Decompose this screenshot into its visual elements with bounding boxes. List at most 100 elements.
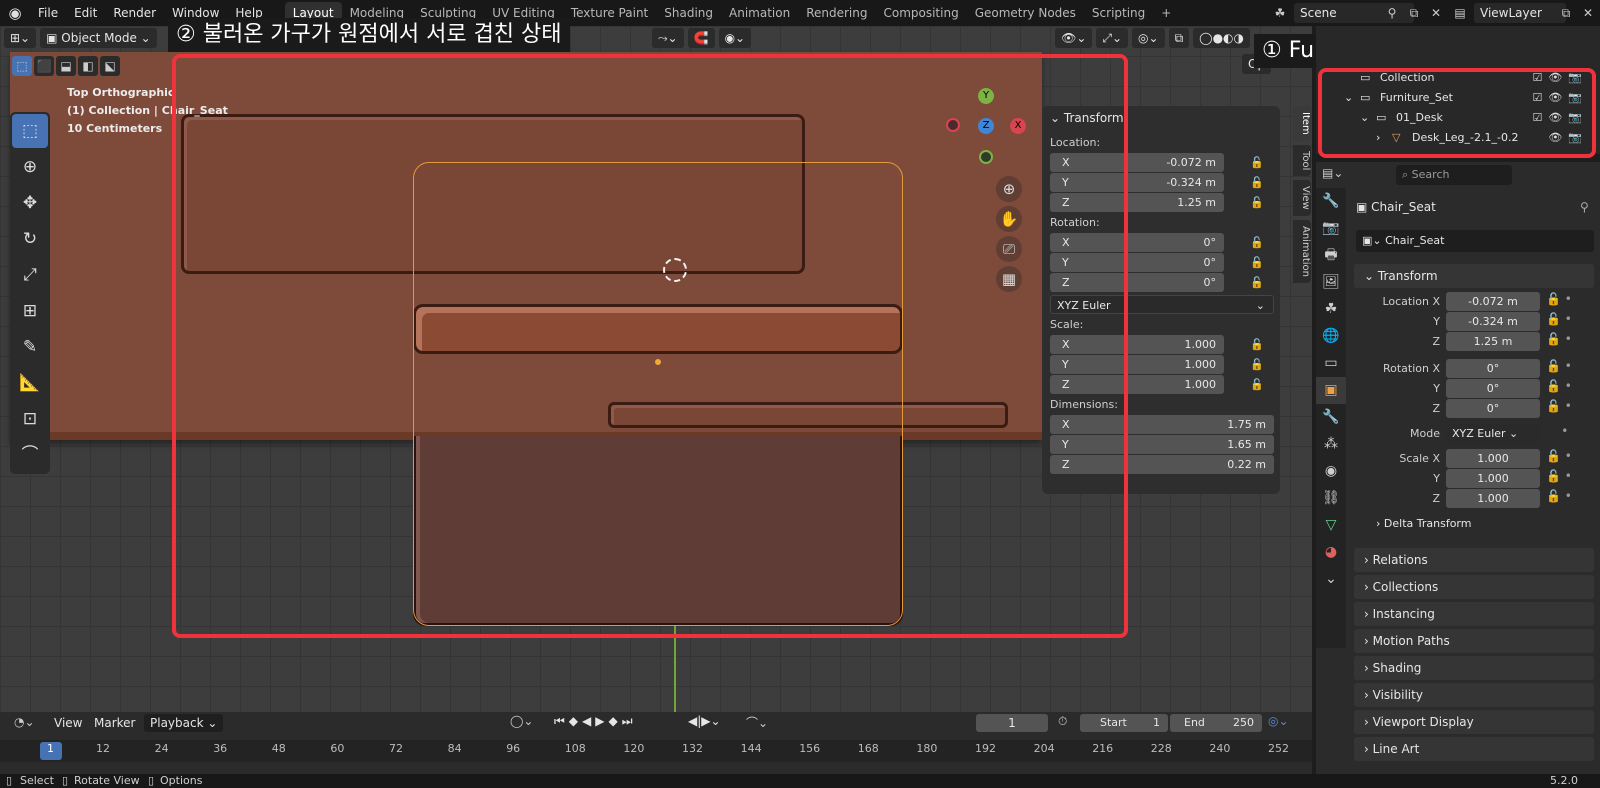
visibility-section[interactable]: › Visibility (1354, 683, 1594, 707)
lock-icon[interactable]: 🔓 • (1546, 312, 1572, 331)
select-extend-icon[interactable]: ⬛ (34, 56, 54, 76)
tab-view[interactable]: View (1293, 180, 1311, 216)
tab-rendering[interactable]: Rendering (798, 2, 875, 24)
relations-section[interactable]: › Relations (1354, 548, 1594, 572)
add-cube-tool-icon[interactable]: ⊡ (12, 402, 48, 436)
new-scene-icon[interactable]: ⧉ (1404, 3, 1424, 23)
snap-icon[interactable]: 🧲 (687, 28, 715, 48)
lock-icon[interactable]: 🔓 • (1546, 489, 1572, 508)
object-name-field[interactable]: ▣⌄ Chair_Seat (1356, 230, 1594, 252)
scale-tool-icon[interactable]: ⤢ (12, 258, 48, 292)
lock-icon[interactable]: 🔓 • (1546, 292, 1572, 311)
lock-icon[interactable]: 🔓 (1250, 173, 1264, 192)
playback-controls-icon[interactable]: ⏮◆◀▶◆⏭ (554, 714, 637, 729)
tab-animation-sidebar[interactable]: Animation (1293, 219, 1311, 283)
rotation-x-input[interactable]: 0° (1446, 359, 1540, 378)
visibility-icon[interactable]: 👁⌄ (1055, 28, 1093, 48)
tab-tool[interactable]: Tool (1293, 144, 1311, 177)
gizmo-toggle-icon[interactable]: ⤢⌄ (1096, 28, 1129, 48)
lock-icon[interactable]: 🔓 (1250, 193, 1264, 212)
tab-texture-paint[interactable]: Texture Paint (563, 2, 656, 24)
render-props-icon[interactable]: 📷 (1316, 215, 1346, 242)
cursor-tool-icon[interactable]: ⊕ (12, 150, 48, 184)
transform-orientation-icon[interactable]: ⤳⌄ (651, 28, 684, 48)
keying-icon[interactable]: ◯⌄ (510, 714, 533, 728)
add-workspace-button[interactable]: + (1153, 2, 1179, 24)
modifier-props-icon[interactable]: 🔧 (1316, 404, 1346, 431)
keyframe-jump-icon[interactable]: ◀|▶⌄ (688, 714, 721, 728)
tab-animation[interactable]: Animation (721, 2, 798, 24)
tab-geometry-nodes[interactable]: Geometry Nodes (967, 2, 1084, 24)
view-layer-props-icon[interactable]: 🖼 (1316, 269, 1346, 296)
lock-icon[interactable]: 🔓 • (1546, 399, 1572, 418)
particles-props-icon[interactable]: ⁂ (1316, 431, 1346, 458)
view-layer-icon[interactable]: ▤ (1450, 3, 1470, 23)
scene-icon[interactable]: ☘ (1270, 3, 1290, 23)
timeline-menu-marker[interactable]: Marker (94, 716, 135, 730)
tab-compositing[interactable]: Compositing (875, 2, 966, 24)
mode-selector[interactable]: ▣ Object Mode ⌄ (40, 28, 157, 48)
rotate-tool-icon[interactable]: ↻ (12, 222, 48, 256)
tab-shading[interactable]: Shading (656, 2, 721, 24)
timeline-editor-type-icon[interactable]: ◔⌄ (14, 715, 35, 729)
end-frame-input[interactable]: End 250 (1170, 714, 1262, 732)
scale-y-input[interactable]: 1.000 (1446, 469, 1540, 488)
delta-transform-subsection[interactable]: › Delta Transform (1356, 514, 1594, 534)
rotation-mode-select[interactable]: XYZ Euler ⌄ (1446, 424, 1540, 443)
current-frame-input[interactable]: 1 (976, 714, 1048, 732)
lock-icon[interactable]: 🔓 • (1546, 469, 1572, 488)
lock-icon[interactable]: 🔓 (1250, 335, 1264, 354)
measure-tool-icon[interactable]: 📐 (12, 366, 48, 400)
viewport-display-section[interactable]: › Viewport Display (1354, 710, 1594, 734)
start-frame-input[interactable]: Start 1 (1080, 714, 1168, 732)
menu-file[interactable]: File (30, 0, 66, 26)
3d-viewport[interactable]: Top Orthographic (1) Collection | Chair_… (0, 26, 1312, 712)
object-props-icon[interactable]: ▣ (1316, 377, 1346, 404)
lock-icon[interactable]: 🔓 • (1546, 379, 1572, 398)
xray-toggle-icon[interactable]: ⧉ (1168, 28, 1190, 48)
lock-icon[interactable]: 🔓 (1250, 153, 1264, 172)
data-props-icon[interactable]: ▽ (1316, 512, 1346, 539)
menu-render[interactable]: Render (105, 0, 164, 26)
timeline-menu-playback[interactable]: Playback ⌄ (144, 714, 224, 732)
select-box-tool-icon[interactable]: ⬚ (12, 114, 48, 148)
transform-section-header[interactable]: ⌄ Transform (1354, 264, 1594, 288)
lock-icon[interactable]: 🔓 • (1546, 332, 1572, 351)
properties-search-input[interactable]: ⌕ Search (1396, 165, 1512, 185)
timeline-menu-view[interactable]: View (54, 716, 82, 730)
tab-item[interactable]: Item (1293, 106, 1311, 141)
blender-logo-icon[interactable]: ◉ (0, 4, 30, 22)
lock-icon[interactable]: 🔓 (1250, 233, 1264, 252)
lock-icon[interactable]: 🔓 (1250, 253, 1264, 272)
collection-props-icon[interactable]: ▭ (1316, 350, 1346, 377)
scale-z-input[interactable]: 1.000 (1446, 489, 1540, 508)
lock-icon[interactable]: 🔓 • (1546, 359, 1572, 378)
instancing-section[interactable]: › Instancing (1354, 602, 1594, 626)
overlay-toggle-icon[interactable]: ◎⌄ (1132, 28, 1165, 48)
remove-scene-icon[interactable]: ✕ (1426, 3, 1446, 23)
output-props-icon[interactable]: 🖶 (1316, 242, 1346, 269)
properties-editor-type-icon[interactable]: ▤⌄ (1322, 166, 1343, 180)
timeline-overlay-icon[interactable]: ◎⌄ (1268, 714, 1289, 728)
select-subtract-icon[interactable]: ⬓ (56, 56, 76, 76)
location-x-input[interactable]: -0.072 m (1446, 292, 1540, 311)
editor-type-icon[interactable]: ⊞⌄ (4, 28, 37, 48)
new-view-layer-icon[interactable]: ⧉ (1556, 3, 1576, 23)
scene-props-icon[interactable]: ☘ (1316, 296, 1346, 323)
rotation-y-input[interactable]: 0° (1446, 379, 1540, 398)
motion-paths-section[interactable]: › Motion Paths (1354, 629, 1594, 653)
tool-props-icon[interactable]: 🔧 (1316, 188, 1346, 215)
frame-ruler[interactable]: 1 12 24 36 48 60 72 84 96 108 120 132 144 156 168 180 19… (0, 740, 1312, 762)
remove-view-layer-icon[interactable]: ✕ (1578, 3, 1598, 23)
lock-icon[interactable]: 🔓 (1250, 273, 1264, 292)
select-intersect-icon[interactable]: ⬕ (100, 56, 120, 76)
pin-icon[interactable]: ⚲ (1382, 3, 1402, 23)
location-z-input[interactable]: 1.25 m (1446, 332, 1540, 351)
stopwatch-icon[interactable]: ⏱ (1058, 714, 1067, 729)
select-invert-icon[interactable]: ◧ (78, 56, 98, 76)
rotation-z-input[interactable]: 0° (1446, 399, 1540, 418)
move-tool-icon[interactable]: ✥ (12, 186, 48, 220)
auto-keying-icon[interactable]: ⌒⌄ (746, 714, 768, 731)
lock-icon[interactable]: 🔓 (1250, 375, 1264, 394)
transform-tool-icon[interactable]: ⊞ (12, 294, 48, 328)
